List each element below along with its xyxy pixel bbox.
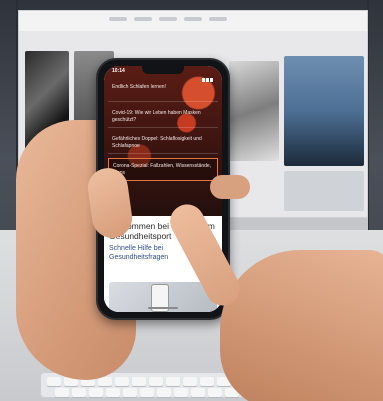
phone-notch — [142, 66, 184, 74]
status-time: 10:14 — [112, 68, 125, 74]
menu-item-sleep[interactable]: Endlich Schlafen lernen! — [108, 80, 218, 102]
monitor-nav-item — [134, 17, 152, 21]
monitor-photo — [284, 171, 364, 211]
keyboard-key — [55, 388, 69, 397]
monitor-nav-item — [184, 17, 202, 21]
monitor-nav-bar — [19, 11, 367, 31]
monitor-nav-item — [109, 17, 127, 21]
keyboard-key — [183, 377, 197, 386]
keyboard-key — [166, 377, 180, 386]
right-hand — [220, 250, 383, 401]
keyboard-key — [89, 388, 103, 397]
keyboard-key — [72, 388, 86, 397]
keyboard-key — [208, 388, 222, 397]
keyboard-key — [157, 388, 171, 397]
keyboard-key — [140, 388, 154, 397]
monitor-photo — [284, 56, 364, 166]
keyboard-key — [200, 377, 214, 386]
menu-item-covid-masks[interactable]: Covid-19: Wie wir Leben haben Masken ges… — [108, 106, 218, 128]
keyboard-key — [115, 377, 129, 386]
hero-menu: Endlich Schlafen lernen! Covid-19: Wie w… — [104, 80, 222, 185]
monitor-nav-item — [209, 17, 227, 21]
keyboard-key — [174, 388, 188, 397]
keyboard-key — [149, 377, 163, 386]
monitor-photo — [229, 61, 279, 161]
keyboard-key — [47, 377, 61, 386]
keyboard-key — [191, 388, 205, 397]
signal-battery-icon — [201, 69, 215, 82]
monitor-nav-item — [159, 17, 177, 21]
home-indicator — [148, 307, 178, 309]
left-fingers — [210, 175, 250, 199]
keyboard-key — [123, 388, 137, 397]
menu-item-sleep-apnea[interactable]: Gefährliches Doppel: Schlaflosigkeit und… — [108, 132, 218, 154]
keyboard-key — [106, 388, 120, 397]
keyboard-key — [98, 377, 112, 386]
keyboard-key — [132, 377, 146, 386]
photo-scene: 10:14 Endlich Schlafen lernen! Covid-19:… — [0, 0, 383, 401]
